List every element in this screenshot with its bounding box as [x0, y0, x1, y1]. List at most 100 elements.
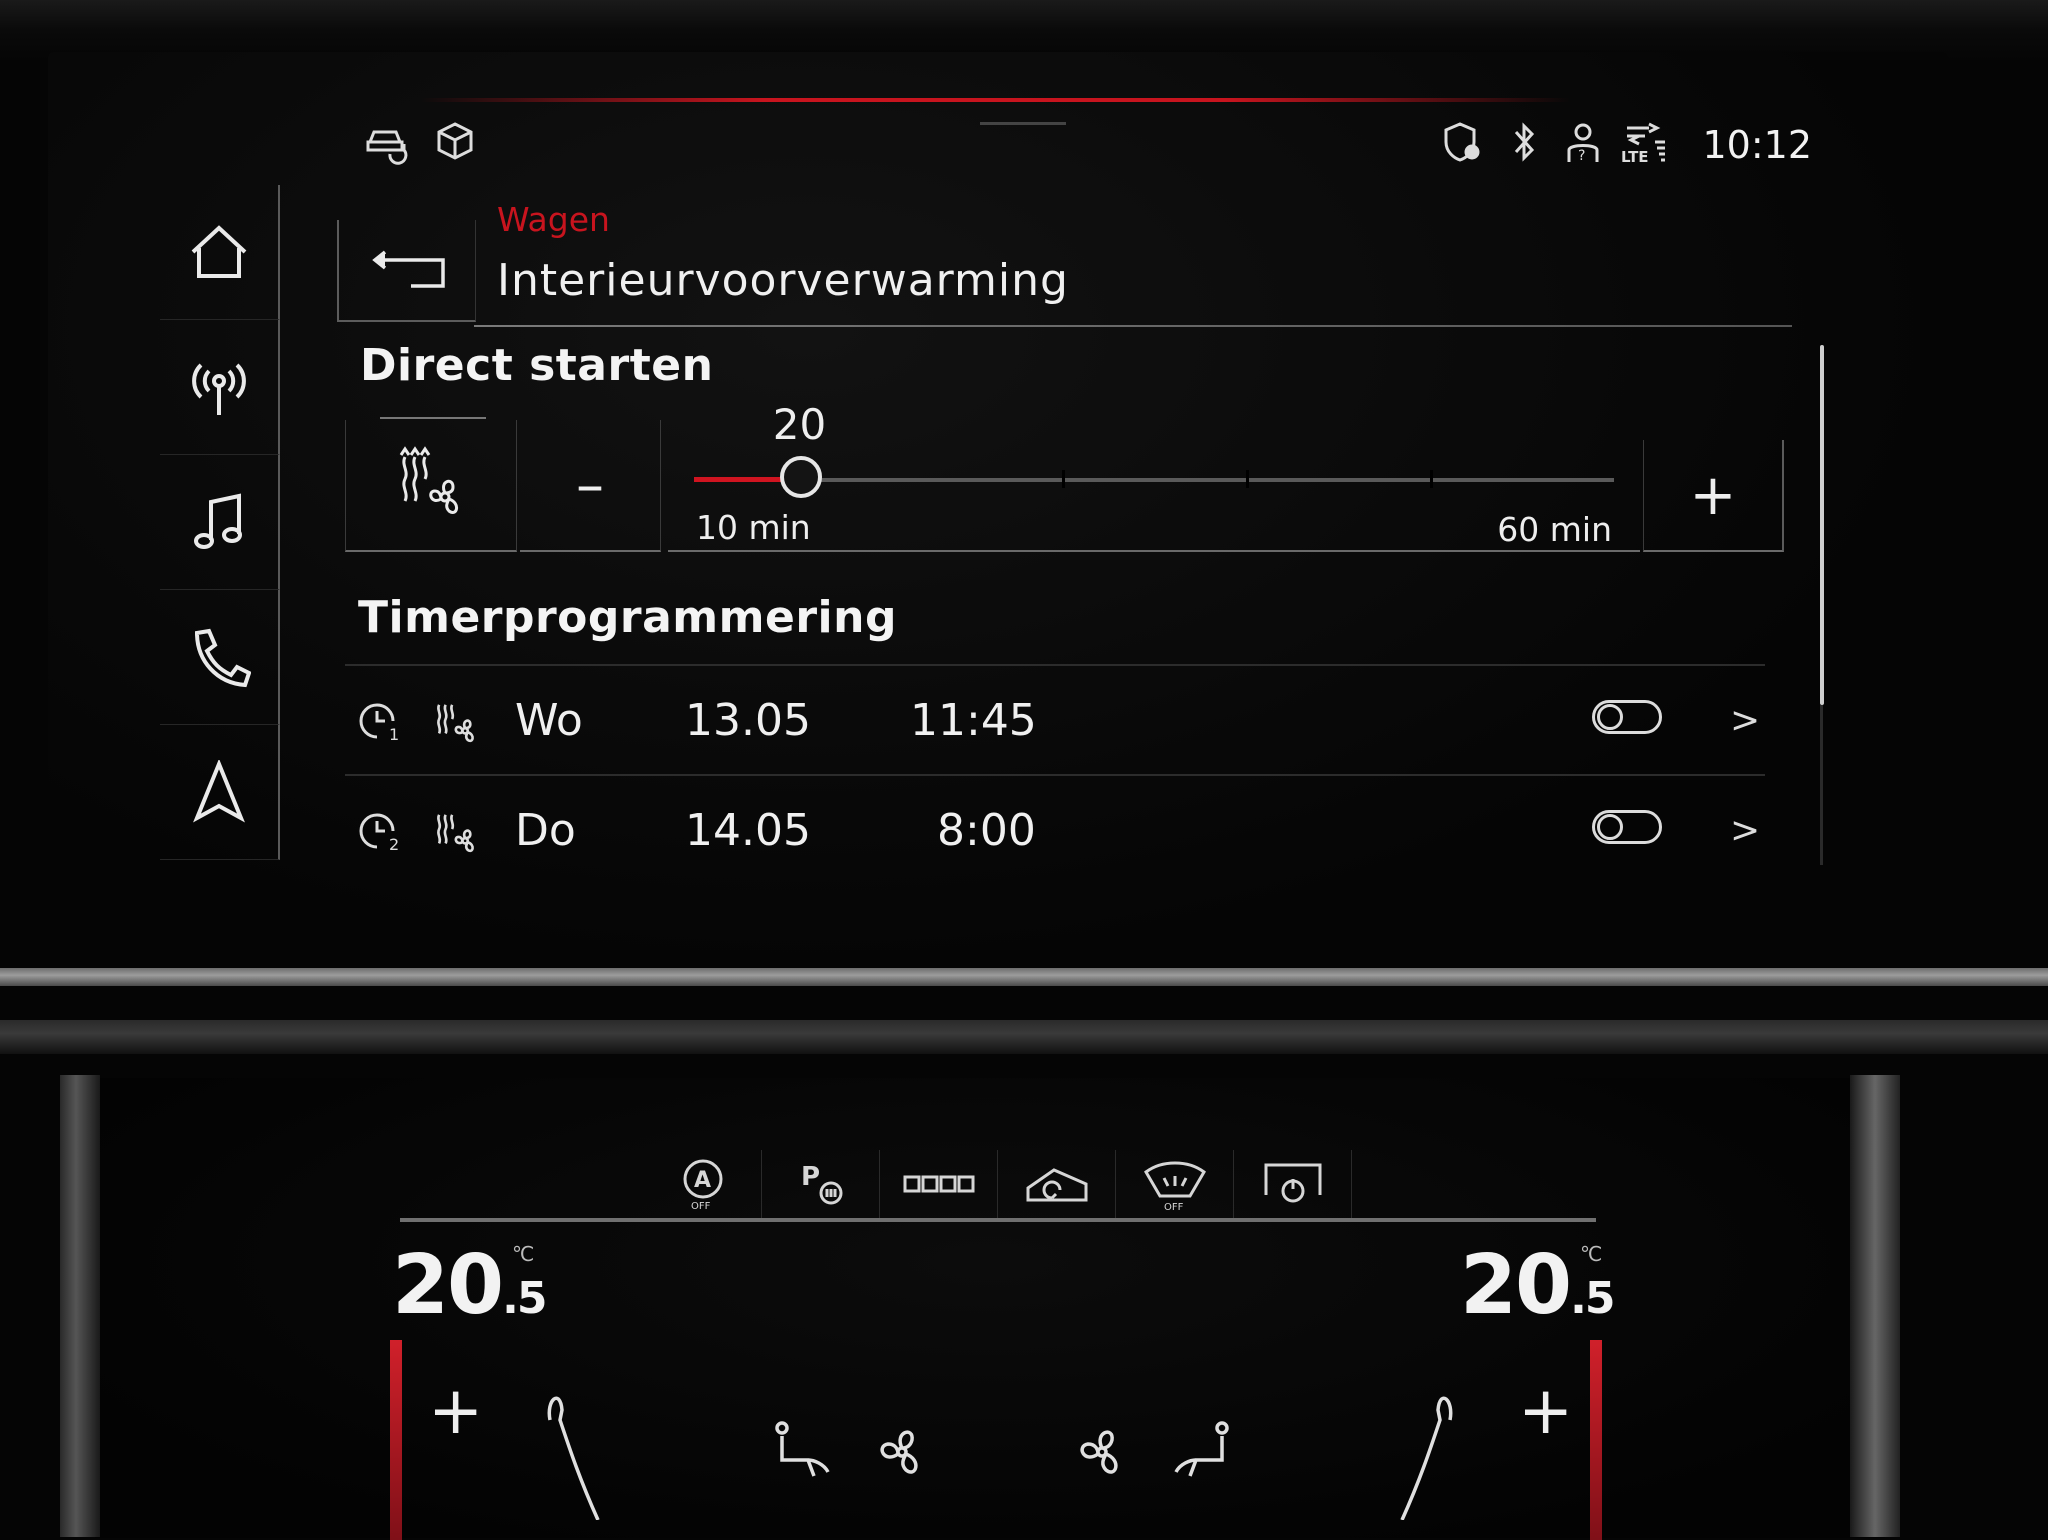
climate-bezel-right [1850, 1075, 1900, 1537]
car-sync-icon[interactable] [362, 120, 412, 170]
scrollbar-track [1820, 705, 1823, 865]
user-help-icon: ? [1558, 120, 1608, 170]
clock-2-icon: 2 [355, 776, 405, 886]
heat-button-tab [380, 417, 486, 419]
rear-defrost-button[interactable] [881, 1150, 998, 1218]
navigation-arrow-icon [193, 760, 245, 823]
heater-fan-button[interactable] [345, 420, 517, 552]
svg-text:?: ? [1578, 148, 1585, 164]
sidebar-item-media[interactable] [160, 455, 280, 590]
sidebar-item-navigation[interactable] [160, 725, 280, 860]
parking-heater-button[interactable]: P [763, 1150, 880, 1218]
sidebar [160, 185, 280, 860]
breadcrumb[interactable]: Wagen [497, 200, 610, 239]
timer-date: 14.05 [685, 805, 811, 856]
climate-power-button[interactable] [1235, 1150, 1352, 1218]
right-temp-int: 20 [1460, 1238, 1572, 1333]
accent-glow [420, 98, 1570, 102]
timer-heading: Timerprogrammering [358, 592, 897, 643]
windshield-off-button[interactable]: OFF [1117, 1150, 1234, 1218]
heater-fan-small-icon [430, 666, 490, 776]
heater-fan-icon [399, 446, 458, 514]
timer-time: 11:45 [910, 695, 1037, 746]
climate-bezel-left [60, 1075, 100, 1537]
timer-time: 8:00 [937, 805, 1036, 856]
parking-heater-icon: P [801, 1162, 843, 1205]
right-temp-dec: 5 [1584, 1273, 1616, 1324]
right-fan-icon[interactable] [1070, 1420, 1140, 1490]
increase-button[interactable]: + [1643, 440, 1784, 552]
recirculation-icon [1026, 1168, 1088, 1202]
timer-date: 13.05 [685, 695, 811, 746]
slider-track [694, 478, 1614, 482]
left-seat-icon[interactable] [530, 1380, 600, 1521]
chevron-right-icon[interactable]: > [1730, 776, 1760, 886]
bezel-trim [0, 968, 2048, 986]
left-temp-int: 20 [392, 1238, 504, 1333]
right-temp-strip [1590, 1340, 1602, 1540]
status-bar: ? LTE 10:12 [362, 110, 1812, 180]
chevron-right-icon[interactable]: > [1730, 666, 1760, 776]
slider-tick [1062, 470, 1065, 488]
home-icon [191, 225, 247, 278]
bezel-trim [0, 1020, 2048, 1054]
timer-index: 2 [389, 835, 400, 854]
scrollbar-thumb[interactable] [1820, 345, 1824, 705]
climate-screen [95, 1078, 1885, 1538]
direct-start-heading: Direct starten [360, 340, 714, 391]
rear-defrost-icon [903, 1175, 975, 1193]
slider-min-label: 10 min [696, 508, 811, 547]
timer-row[interactable]: 2 Do 14.05 8:00 > [345, 774, 1765, 886]
right-temp-plus-button[interactable]: + [1518, 1372, 1573, 1449]
shield-location-icon [1438, 120, 1488, 170]
timer-day: Wo [515, 695, 583, 746]
bluetooth-icon [1500, 120, 1550, 170]
heater-fan-small-icon [430, 776, 490, 886]
left-temperature[interactable]: 20.5 °C [392, 1238, 548, 1333]
sidebar-item-radio[interactable] [160, 320, 280, 455]
svg-text:OFF: OFF [1164, 1202, 1184, 1212]
right-temperature[interactable]: 20.5 °C [1460, 1238, 1616, 1333]
temp-unit: °C [1580, 1242, 1602, 1266]
timer-row[interactable]: 1 Wo 13.05 11:45 > [345, 664, 1765, 776]
back-arrow-icon [372, 250, 445, 288]
left-temp-plus-button[interactable]: + [428, 1372, 483, 1449]
timer-day: Do [515, 805, 576, 856]
radio-antenna-icon [192, 363, 246, 415]
music-note-icon [194, 493, 242, 549]
timer-toggle[interactable] [1592, 810, 1662, 844]
cube-icon[interactable] [430, 120, 480, 170]
slider-knob[interactable] [779, 456, 822, 498]
left-temp-strip [390, 1340, 402, 1540]
left-seat-airflow-icon[interactable] [768, 1420, 838, 1490]
left-fan-icon[interactable] [870, 1420, 940, 1490]
header-divider [474, 325, 1792, 327]
temp-unit: °C [512, 1242, 534, 1266]
page-title: Interieurvoorverwarming [497, 255, 1069, 306]
windshield-off-icon: OFF [1144, 1161, 1206, 1212]
svg-text:A: A [694, 1168, 711, 1193]
timer-toggle[interactable] [1592, 700, 1662, 734]
sidebar-item-phone[interactable] [160, 590, 280, 725]
slider-max-label: 60 min [1497, 510, 1612, 549]
auto-off-button[interactable]: A OFF [645, 1150, 762, 1218]
right-seat-icon[interactable] [1400, 1380, 1470, 1521]
back-button[interactable] [337, 220, 476, 322]
clock: 10:12 [1702, 123, 1812, 167]
auto-off-icon: A OFF [683, 1159, 723, 1211]
right-seat-airflow-icon[interactable] [1172, 1420, 1242, 1490]
climate-power-icon [1264, 1163, 1322, 1203]
left-temp-dec: 5 [516, 1273, 548, 1324]
sidebar-item-home[interactable] [160, 185, 280, 320]
svg-text:P: P [801, 1162, 820, 1192]
phone-icon [194, 628, 251, 688]
slider-value: 20 [772, 400, 827, 449]
svg-text:LTE: LTE [1621, 148, 1649, 166]
recirculation-button[interactable] [999, 1150, 1116, 1218]
slider-tick [1430, 470, 1433, 488]
decrease-button[interactable]: – [520, 420, 661, 552]
duration-slider[interactable]: 20 10 min 60 min [668, 400, 1640, 552]
clock-1-icon: 1 [355, 666, 405, 776]
slider-tick [1246, 470, 1249, 488]
climate-button-bar [400, 1218, 1596, 1222]
